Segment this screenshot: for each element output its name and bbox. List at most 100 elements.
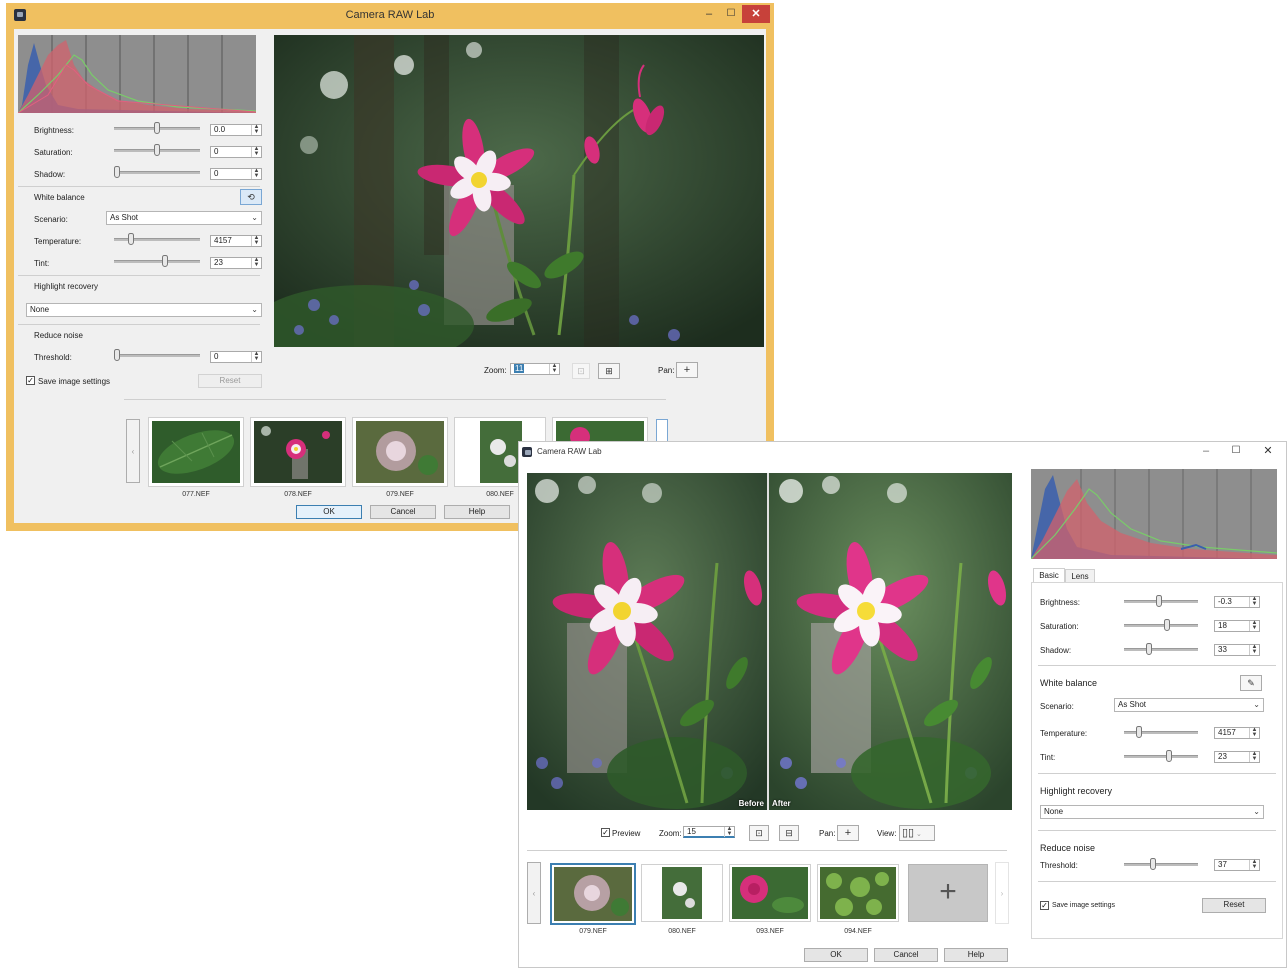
threshold-slider-thumb[interactable] <box>1150 858 1156 870</box>
spin-arrows-icon[interactable]: ▲ ▼ <box>1249 859 1259 870</box>
close-button[interactable]: ✕ <box>742 5 770 23</box>
thumbnail-077[interactable] <box>148 417 244 487</box>
shadow-slider-track[interactable] <box>1124 648 1198 651</box>
temperature-slider-thumb[interactable] <box>1136 726 1142 738</box>
saturation-slider-thumb[interactable] <box>154 144 160 156</box>
help-button[interactable]: Help <box>444 505 510 519</box>
filmstrip-prev-button[interactable]: ‹ <box>126 419 140 483</box>
close-button[interactable]: ✕ <box>1253 442 1283 460</box>
scenario-select[interactable]: As Shot ⌄ <box>1114 698 1264 712</box>
tint-input[interactable]: 23 ▲ ▼ <box>210 257 262 269</box>
spin-arrows-icon[interactable]: ▲ ▼ <box>251 146 261 157</box>
thumbnail-078[interactable] <box>250 417 346 487</box>
zoom-label: Zoom: <box>659 829 682 838</box>
pan-label: Pan: <box>819 829 836 838</box>
thumbnail-094[interactable] <box>817 864 899 922</box>
tab-basic[interactable]: Basic <box>1033 568 1065 583</box>
zoom-actual-button[interactable]: ⊞ <box>598 363 620 379</box>
pan-button[interactable]: + <box>676 362 698 378</box>
filmstrip-next-button[interactable]: › <box>995 862 1009 924</box>
save-settings-checkbox[interactable]: ✓ <box>1040 901 1049 910</box>
tint-slider-thumb[interactable] <box>1166 750 1172 762</box>
preview-checkbox[interactable]: ✓ <box>601 828 610 837</box>
threshold-slider-thumb[interactable] <box>114 349 120 361</box>
pan-button[interactable]: + <box>837 825 859 841</box>
spin-arrows-icon[interactable]: ▲ ▼ <box>251 235 261 246</box>
thumbnail-079[interactable] <box>550 863 636 925</box>
tab-lens[interactable]: Lens <box>1065 569 1095 583</box>
ok-button[interactable]: OK <box>296 505 362 519</box>
temperature-input[interactable]: 4157 ▲ ▼ <box>1214 727 1260 739</box>
save-settings-checkbox[interactable]: ✓ <box>26 376 35 385</box>
brightness-slider-thumb[interactable] <box>154 122 160 134</box>
saturation-input[interactable]: 18 ▲ ▼ <box>1214 620 1260 632</box>
white-balance-picker-button[interactable]: ✎ <box>1240 675 1262 691</box>
title-bar[interactable]: Camera RAW Lab – ☐ ✕ <box>6 3 774 29</box>
spin-arrows-icon[interactable]: ▲ ▼ <box>251 351 261 362</box>
threshold-slider-track[interactable] <box>114 354 200 357</box>
threshold-input[interactable]: 0 ▲ ▼ <box>210 351 262 363</box>
zoom-fit-button[interactable]: ⊡ <box>572 363 590 379</box>
thumbnail-partial[interactable] <box>552 417 648 447</box>
threshold-input[interactable]: 37 ▲ ▼ <box>1214 859 1260 871</box>
reset-button[interactable]: Reset <box>1202 898 1266 913</box>
thumbnail-image <box>152 421 240 483</box>
shadow-slider-track[interactable] <box>114 171 200 174</box>
reset-button[interactable]: Reset <box>198 374 262 388</box>
shadow-input[interactable]: 0 ▲ ▼ <box>210 168 262 180</box>
tint-input[interactable]: 23 ▲ ▼ <box>1214 751 1260 763</box>
temperature-slider-track[interactable] <box>114 238 200 241</box>
cancel-button[interactable]: Cancel <box>370 505 436 519</box>
white-balance-picker-button[interactable]: ⟲ <box>240 189 262 205</box>
thumbnail-093[interactable] <box>729 864 811 922</box>
brightness-input[interactable]: -0.3 ▲ ▼ <box>1214 596 1260 608</box>
minimize-button[interactable]: – <box>698 5 720 23</box>
shadow-slider-thumb[interactable] <box>114 166 120 178</box>
saturation-slider-thumb[interactable] <box>1164 619 1170 631</box>
pan-cross-icon: + <box>683 364 691 376</box>
spin-arrows-icon[interactable]: ▲ ▼ <box>549 363 559 374</box>
highlight-recovery-select[interactable]: None ⌄ <box>1040 805 1264 819</box>
temperature-slider-thumb[interactable] <box>128 233 134 245</box>
thumbnail-079[interactable] <box>352 417 448 487</box>
zoom-input[interactable]: 11 ▲ ▼ <box>510 363 560 375</box>
scenario-select[interactable]: As Shot ⌄ <box>106 211 262 225</box>
spin-arrows-icon[interactable]: ▲ ▼ <box>1249 596 1259 607</box>
cancel-button[interactable]: Cancel <box>874 948 938 962</box>
maximize-button[interactable]: ☐ <box>1223 442 1249 460</box>
spin-arrows-icon[interactable]: ▲ ▼ <box>1249 620 1259 631</box>
temperature-input[interactable]: 4157 ▲ ▼ <box>210 235 262 247</box>
ok-button[interactable]: OK <box>804 948 868 962</box>
view-mode-select[interactable]: ▯▯ ⌄ <box>899 825 935 841</box>
brightness-slider-thumb[interactable] <box>1156 595 1162 607</box>
saturation-slider-track[interactable] <box>1124 624 1198 627</box>
spin-arrows-icon[interactable]: ▲ ▼ <box>251 257 261 268</box>
thumbnail-080[interactable] <box>641 864 723 922</box>
spin-arrows-icon[interactable]: ▲ ▼ <box>251 124 261 135</box>
brightness-input[interactable]: 0.0 ▲ ▼ <box>210 124 262 136</box>
tint-slider-thumb[interactable] <box>162 255 168 267</box>
shadow-value: 0 <box>214 169 219 178</box>
maximize-button[interactable]: ☐ <box>720 5 742 23</box>
zoom-fit-button[interactable]: ⊡ <box>749 825 769 841</box>
highlight-recovery-select[interactable]: None ⌄ <box>26 303 262 317</box>
help-button[interactable]: Help <box>944 948 1008 962</box>
tint-slider-track[interactable] <box>1124 755 1198 758</box>
zoom-input[interactable]: 15 ▲ ▼ <box>683 826 735 838</box>
add-image-button[interactable]: + <box>908 864 988 922</box>
zoom-actual-button[interactable]: ⊟ <box>779 825 799 841</box>
spin-arrows-icon[interactable]: ▲ ▼ <box>1249 644 1259 655</box>
threshold-slider-track[interactable] <box>1124 863 1198 866</box>
tint-slider-track[interactable] <box>114 260 200 263</box>
spin-arrows-icon[interactable]: ▲ ▼ <box>251 168 261 179</box>
filmstrip-prev-button[interactable]: ‹ <box>527 862 541 924</box>
spin-arrows-icon[interactable]: ▲ ▼ <box>724 826 734 837</box>
temperature-label: Temperature: <box>1040 729 1088 738</box>
pan-label: Pan: <box>658 366 675 375</box>
spin-arrows-icon[interactable]: ▲ ▼ <box>1249 751 1259 762</box>
shadow-input[interactable]: 33 ▲ ▼ <box>1214 644 1260 656</box>
saturation-input[interactable]: 0 ▲ ▼ <box>210 146 262 158</box>
shadow-slider-thumb[interactable] <box>1146 643 1152 655</box>
spin-arrows-icon[interactable]: ▲ ▼ <box>1249 727 1259 738</box>
minimize-button[interactable]: – <box>1193 442 1219 460</box>
